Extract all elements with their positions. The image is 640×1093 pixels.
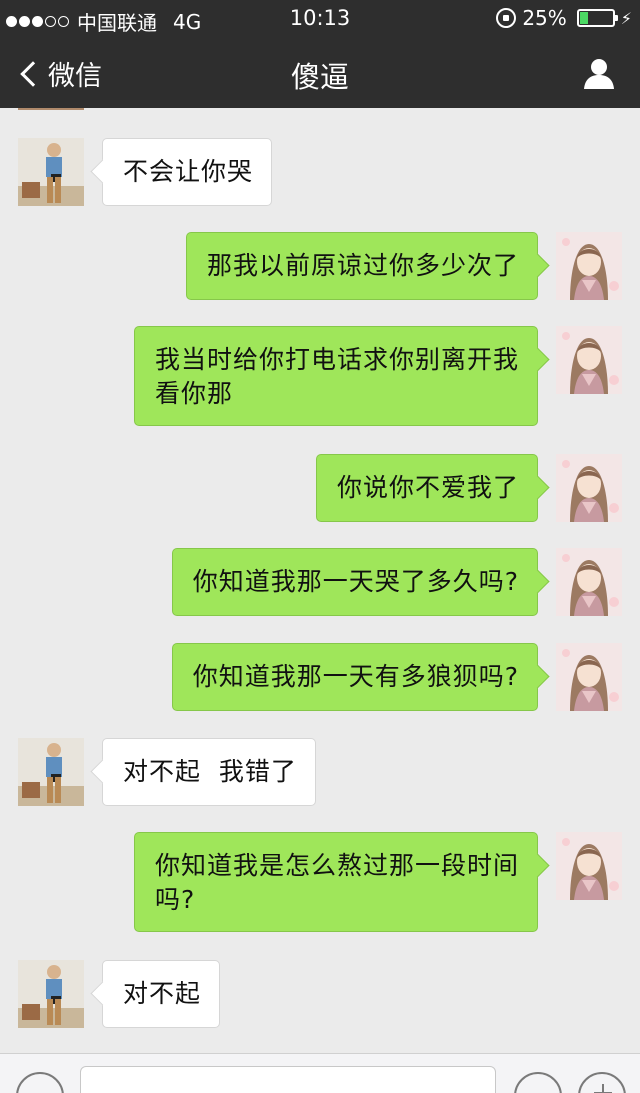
sent-message: 你知道我是怎么熬过那一段时间 吗?: [0, 832, 640, 932]
sent-message: 你说你不爱我了: [0, 454, 640, 522]
my-avatar[interactable]: [556, 832, 622, 900]
message-text: 对不起 我错了: [123, 757, 297, 786]
status-bar: 中国联通 4G 10:13 25% ⚡: [0, 0, 640, 40]
sent-message: 那我以前原谅过你多少次了: [0, 232, 640, 300]
message-text: 对不起: [123, 979, 202, 1008]
battery-percent: 25%: [522, 6, 567, 30]
chat-title: 傻逼: [290, 60, 349, 94]
received-message: 对不起 我错了: [0, 738, 640, 806]
message-text: 不会让你哭: [123, 157, 254, 186]
person-icon[interactable]: [582, 56, 616, 90]
message-bubble[interactable]: 我当时给你打电话求你别离开我 看你那: [133, 326, 538, 426]
message-text: 你知道我是怎么熬过那一段时间 吗?: [154, 851, 519, 914]
message-input[interactable]: [80, 1066, 496, 1093]
message-text: 那我以前原谅过你多少次了: [206, 251, 519, 280]
contact-avatar[interactable]: [18, 738, 84, 806]
message-bubble[interactable]: 你知道我那一天有多狼狈吗?: [171, 643, 538, 711]
chat-area[interactable]: 不会让你哭那我以前原谅过你多少次了我当时给你打电话求你别离开我 看你那你说你不爱…: [0, 108, 640, 1053]
message-bubble[interactable]: 你说你不爱我了: [315, 454, 538, 522]
sent-message: 我当时给你打电话求你别离开我 看你那: [0, 326, 640, 426]
emoji-button[interactable]: [514, 1072, 562, 1093]
plus-button[interactable]: [578, 1072, 626, 1093]
nav-bar: 微信 傻逼: [0, 40, 640, 108]
message-bubble[interactable]: 你知道我是怎么熬过那一段时间 吗?: [133, 832, 538, 932]
sent-message: 你知道我那一天哭了多久吗?: [0, 548, 640, 616]
message-text: 你说你不爱我了: [336, 473, 519, 502]
contact-avatar[interactable]: [18, 960, 84, 1028]
message-bubble[interactable]: 那我以前原谅过你多少次了: [185, 232, 538, 300]
sent-message: 你知道我那一天有多狼狈吗?: [0, 643, 640, 711]
battery-icon: [576, 9, 618, 27]
status-right: 25% ⚡: [496, 6, 632, 30]
my-avatar[interactable]: [556, 454, 622, 522]
message-text: 你知道我那一天有多狼狈吗?: [192, 662, 519, 691]
input-bar: [0, 1053, 640, 1093]
my-avatar[interactable]: [556, 643, 622, 711]
message-text: 我当时给你打电话求你别离开我 看你那: [154, 345, 519, 408]
message-bubble[interactable]: 对不起 我错了: [102, 738, 316, 806]
voice-button[interactable]: [16, 1072, 64, 1093]
my-avatar[interactable]: [556, 232, 622, 300]
message-text: 你知道我那一天哭了多久吗?: [192, 567, 519, 596]
received-message: 不会让你哭: [0, 138, 640, 206]
message-bubble[interactable]: 你知道我那一天哭了多久吗?: [171, 548, 538, 616]
message-bubble[interactable]: 不会让你哭: [102, 138, 273, 206]
charging-icon: ⚡: [620, 8, 632, 28]
contact-avatar[interactable]: [18, 138, 84, 206]
my-avatar[interactable]: [556, 326, 622, 394]
my-avatar[interactable]: [556, 548, 622, 616]
received-message: 对不起: [0, 960, 640, 1028]
message-bubble[interactable]: 对不起: [102, 960, 221, 1028]
rotation-lock-icon: [496, 8, 517, 28]
avatar-partial: [18, 108, 84, 110]
